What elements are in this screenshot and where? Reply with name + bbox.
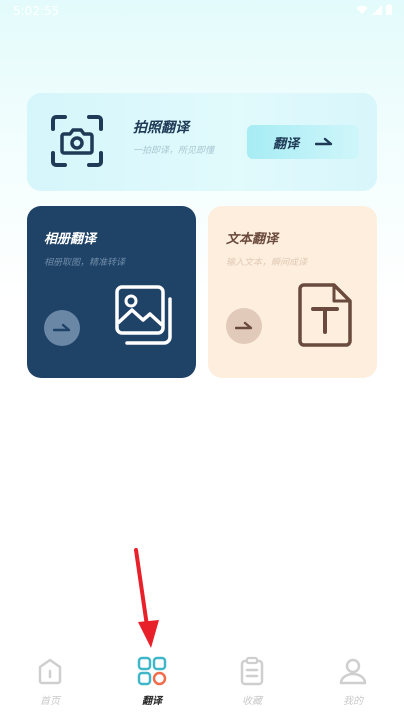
album-translate-card[interactable]: 相册翻译 相册取图，精准转译 [27,206,196,378]
tab-favorites-label: 收藏 [242,696,262,707]
text-card-subtitle: 输入文本，瞬间成译 [226,258,308,268]
text-go-button[interactable] [226,308,262,344]
camera-translate-card[interactable]: 拍照翻译 一拍即译，所见即懂 翻译 [27,93,377,191]
tab-home-label: 首页 [40,696,60,707]
signal-icon [372,4,382,15]
translate-grid-icon [137,656,167,686]
text-document-icon [298,283,352,347]
clipboard-icon [240,656,264,686]
arrow-right-icon [315,137,333,146]
status-bar: 5:02:55 [0,0,404,22]
tab-favorites[interactable]: 收藏 [212,656,292,714]
album-card-title: 相册翻译 [44,232,97,247]
camera-translate-button[interactable]: 翻译 [247,125,359,159]
tab-translate[interactable]: 翻译 [112,656,192,714]
camera-card-title: 拍照翻译 [133,120,189,136]
bottom-tab-bar: 首页 翻译 收藏 我的 [0,650,404,720]
album-card-subtitle: 相册取图，精准转译 [44,258,126,268]
tab-profile-label: 我的 [343,696,363,707]
camera-card-subtitle: 一拍即译，所见即懂 [133,146,215,156]
tab-translate-label: 翻译 [142,696,162,707]
wifi-icon [356,5,368,14]
camera-scan-icon [51,115,103,167]
annotation-arrow [134,548,159,648]
tab-profile[interactable]: 我的 [313,656,393,714]
text-translate-card[interactable]: 文本翻译 输入文本，瞬间成译 [208,206,377,378]
user-icon [339,658,367,685]
status-icons [356,4,392,15]
arrow-right-icon [235,321,253,330]
status-time: 5:02:55 [13,4,60,18]
battery-icon [386,4,392,15]
gallery-icon [115,285,172,345]
album-go-button[interactable] [44,310,80,346]
camera-translate-button-label: 翻译 [272,136,299,152]
text-card-title: 文本翻译 [226,232,279,247]
arrow-right-icon [53,323,71,332]
home-icon [38,658,62,685]
tab-home[interactable]: 首页 [10,656,90,714]
